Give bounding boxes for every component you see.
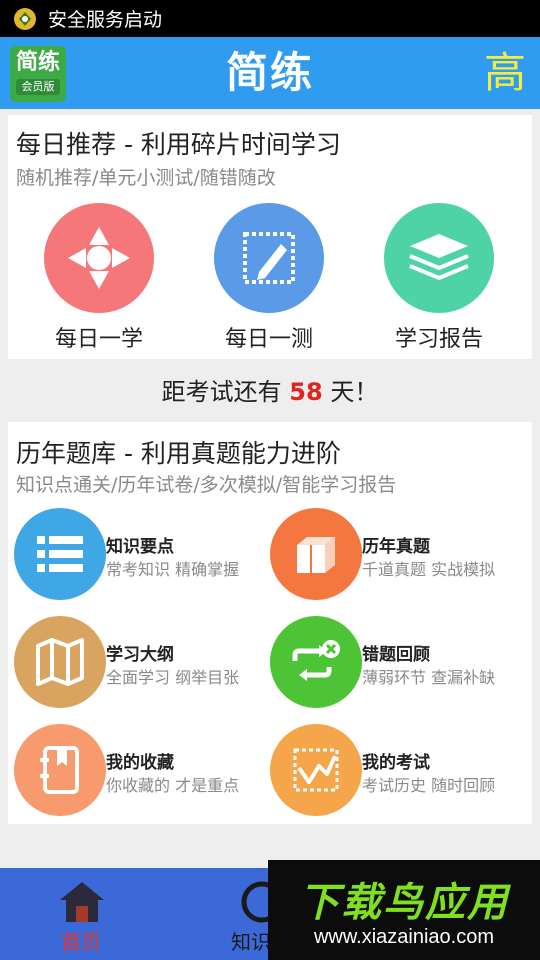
app-title: 简练 <box>225 48 314 97</box>
my-favorites-title: 我的收藏 <box>106 753 174 773</box>
bank-section-subtitle: 知识点通关/历年试卷/多次模拟/智能学习报告 <box>16 474 397 496</box>
past-exams-title: 历年真题 <box>362 537 430 557</box>
layers-report-icon <box>384 203 494 313</box>
study-outline-item[interactable]: 学习大纲 全面学习 纲举目张 <box>14 616 264 708</box>
bank-section-title: 历年题库 - 利用真题能力进阶 <box>16 439 341 468</box>
past-exams-desc: 千道真题 实战模拟 <box>362 560 496 579</box>
daily-test-button[interactable]: 每日一测 <box>194 203 344 353</box>
question-bank-card: 历年题库 - 利用真题能力进阶 知识点通关/历年试卷/多次模拟/智能学习报告 知… <box>8 422 532 824</box>
my-favorites-item[interactable]: 我的收藏 你收藏的 才是重点 <box>14 724 264 816</box>
daily-section-subtitle: 随机推荐/单元小测试/随错随改 <box>16 167 276 189</box>
status-text: 安全服务启动 <box>48 9 163 31</box>
wrong-review-item[interactable]: 错题回顾 薄弱环节 查漏补缺 <box>270 616 520 708</box>
study-outline-desc: 全面学习 纲举目张 <box>106 668 240 687</box>
daily-recommend-card: 每日推荐 - 利用碎片时间学习 随机推荐/单元小测试/随错随改 每日一学 每日一… <box>8 115 532 359</box>
nav-home-label: 首页 <box>61 930 101 954</box>
watermark-url: www.xiazainiao.com <box>313 926 495 948</box>
study-report-label: 学习报告 <box>394 327 483 352</box>
map-icon <box>14 616 106 708</box>
my-exams-title: 我的考试 <box>362 753 430 773</box>
daily-test-label: 每日一测 <box>224 327 313 352</box>
edit-test-icon <box>214 203 324 313</box>
exam-countdown: 距考试还有 58 天！ <box>0 372 540 407</box>
bookmark-icon <box>14 724 106 816</box>
my-favorites-desc: 你收藏的 才是重点 <box>106 776 240 795</box>
wrong-review-title: 错题回顾 <box>362 645 430 665</box>
app-bar: 简练 会员版 简练 高 <box>0 37 540 109</box>
knowledge-points-desc: 常考知识 精确掌握 <box>106 560 240 579</box>
study-outline-title: 学习大纲 <box>106 645 174 665</box>
list-icon <box>14 508 106 600</box>
past-exams-item[interactable]: 历年真题 千道真题 实战模拟 <box>270 508 520 600</box>
books-icon <box>270 508 362 600</box>
retry-icon <box>270 616 362 708</box>
knowledge-points-title: 知识要点 <box>106 537 174 557</box>
security-shield-icon <box>14 7 36 30</box>
countdown-suffix: 天！ <box>322 378 379 406</box>
compass-icon <box>44 203 154 313</box>
countdown-days: 58 <box>289 378 323 406</box>
wrong-review-desc: 薄弱环节 查漏补缺 <box>362 668 496 687</box>
watermark-logo: 下载鸟应用 www.xiazainiao.com <box>268 860 540 960</box>
watermark-title: 下载鸟应用 <box>299 880 509 926</box>
status-bar: 安全服务启动 <box>0 0 540 37</box>
countdown-prefix: 距考试还有 <box>161 378 290 406</box>
my-exams-desc: 考试历史 随时回顾 <box>362 776 496 795</box>
chart-icon <box>270 724 362 816</box>
level-button[interactable]: 高 <box>484 45 526 101</box>
study-report-button[interactable]: 学习报告 <box>364 203 514 353</box>
my-exams-item[interactable]: 我的考试 考试历史 随时回顾 <box>270 724 520 816</box>
daily-section-title: 每日推荐 - 利用碎片时间学习 <box>16 130 341 159</box>
daily-study-button[interactable]: 每日一学 <box>24 203 174 353</box>
daily-study-label: 每日一学 <box>54 327 143 352</box>
home-icon <box>58 880 106 928</box>
knowledge-points-item[interactable]: 知识要点 常考知识 精确掌握 <box>14 508 264 600</box>
nav-home[interactable]: 首页 <box>16 868 146 960</box>
